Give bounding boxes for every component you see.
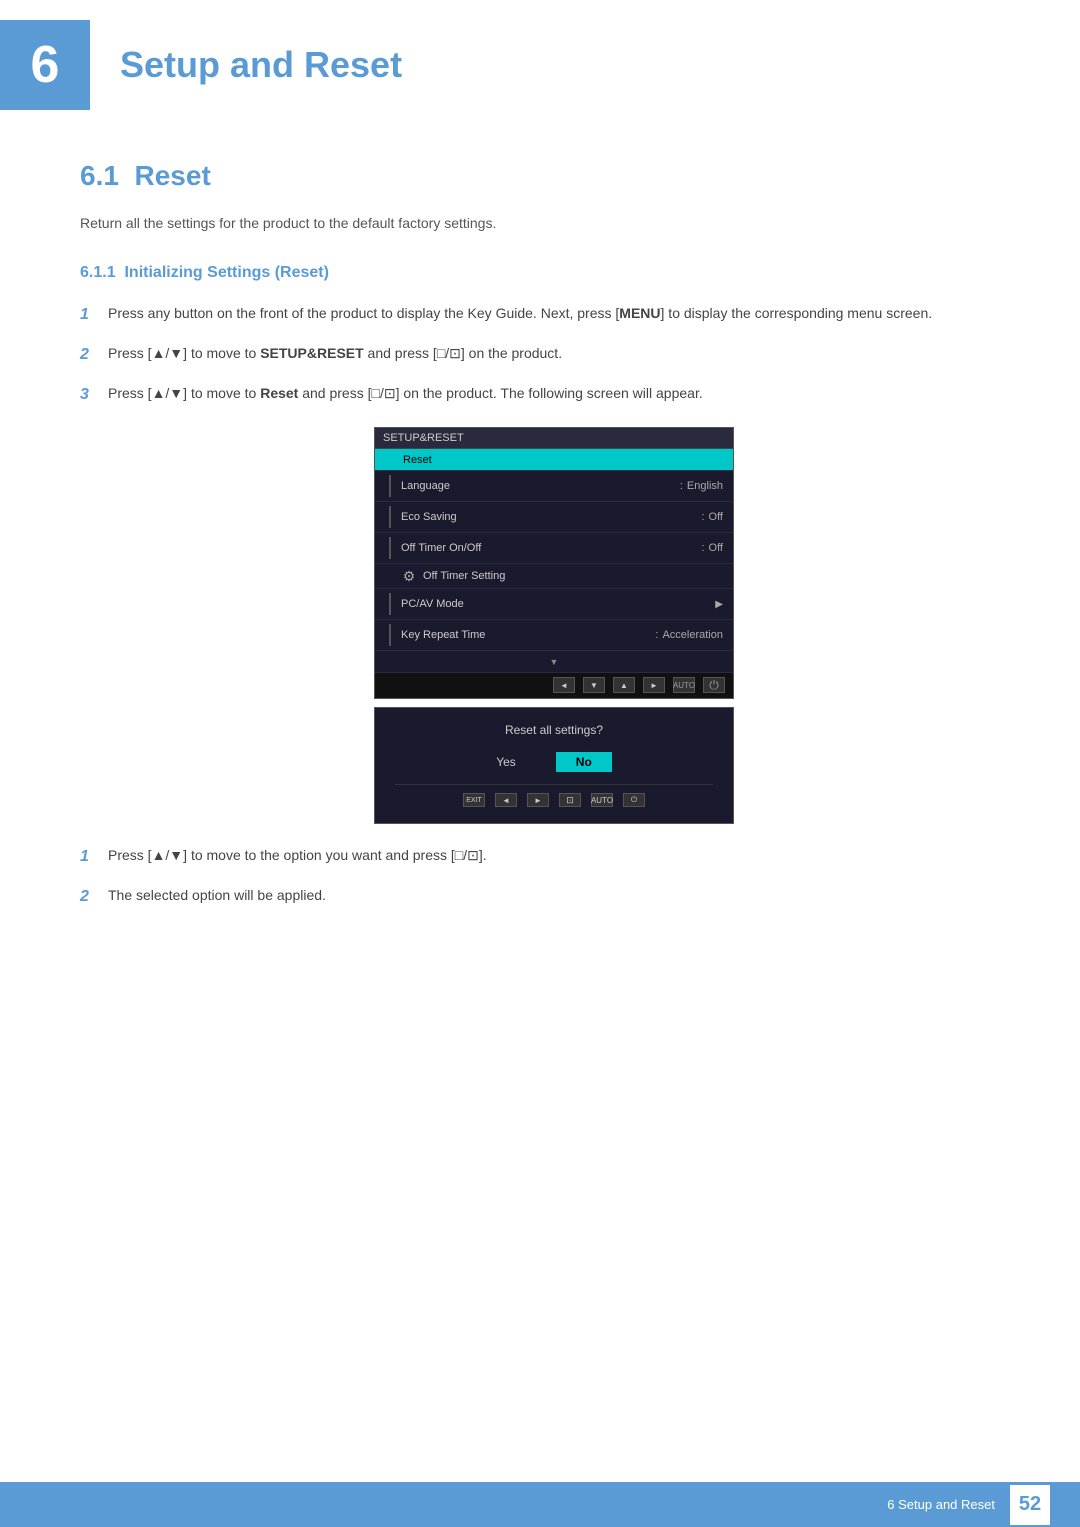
step-5-item: The selected option will be applied. <box>80 884 1000 910</box>
nav-power-group: ⏻ <box>703 677 725 694</box>
steps-list-4-5: Press [▲/▼] to move to the option you wa… <box>80 844 1000 909</box>
dialog-auto-item: AUTO <box>591 793 613 808</box>
nav-right-btn: ► <box>643 677 665 693</box>
osd-label-language: Language <box>401 480 676 492</box>
nav-up-btn: ▲ <box>613 677 635 693</box>
osd-more-indicator: ▼ <box>375 651 733 673</box>
reset-dialog: Reset all settings? Yes No EXIT ◄ ► <box>374 707 734 824</box>
step-5-text: The selected option will be applied. <box>108 884 1000 906</box>
osd-row-language: Language : English <box>375 471 733 502</box>
osd-value-off-timer-onoff: Off <box>709 542 723 554</box>
dialog-left-item: ◄ <box>495 793 517 808</box>
osd-row-key-repeat: Key Repeat Time : Acceleration <box>375 620 733 651</box>
osd-label-reset: Reset <box>403 454 723 466</box>
osd-value-key-repeat: Acceleration <box>662 629 723 641</box>
section-description: Return all the settings for the product … <box>80 212 1000 234</box>
dialog-bottom-bar: EXIT ◄ ► ⊡ A <box>395 784 713 808</box>
osd-title-bar: SETUP&RESET <box>375 428 733 449</box>
dialog-power-btn: ⏻ <box>623 793 645 807</box>
dialog-enter-item: ⊡ <box>559 793 581 808</box>
step-1-text: Press any button on the front of the pro… <box>108 302 1000 324</box>
page-header: 6 Setup and Reset <box>0 0 1080 130</box>
menu-key-label: MENU <box>619 305 660 321</box>
main-content: 6.1 Reset Return all the settings for th… <box>0 160 1080 1009</box>
osd-label-pcav-mode: PC/AV Mode <box>401 598 710 610</box>
osd-row-eco-saving: Eco Saving : Off <box>375 502 733 533</box>
step-item: Press [▲/▼] to move to SETUP&RESET and p… <box>80 342 1000 368</box>
nav-right-group: ► <box>643 677 665 694</box>
steps-list: Press any button on the front of the pro… <box>80 302 1000 407</box>
dialog-power-item: ⏻ <box>623 793 645 808</box>
power-btn: ⏻ <box>703 677 725 693</box>
step-4-text: Press [▲/▼] to move to the option you wa… <box>108 844 1000 866</box>
setup-reset-key: SETUP&RESET <box>260 345 363 361</box>
nav-left-btn: ◄ <box>553 677 575 693</box>
menu-screenshot-area: SETUP&RESET Reset Language : English Eco… <box>108 427 1000 824</box>
dialog-right-btn: ► <box>527 793 549 807</box>
nav-down-btn: ▼ <box>583 677 605 693</box>
dialog-left-btn: ◄ <box>495 793 517 807</box>
section-title: 6.1 Reset <box>80 160 1000 192</box>
osd-value-language: English <box>687 480 723 492</box>
osd-bottom-nav: ◄ ▼ ▲ ► AUTO <box>375 673 733 698</box>
gear-icon: ⚙ <box>401 568 417 584</box>
osd-row-pcav-mode: PC/AV Mode ▶ <box>375 589 733 620</box>
dialog-exit-item: EXIT <box>463 793 485 808</box>
page-footer: 6 Setup and Reset 52 <box>0 1482 1080 1527</box>
nav-auto-btn: AUTO <box>673 677 695 693</box>
footer-page-number: 52 <box>1010 1485 1050 1525</box>
dialog-enter-btn: ⊡ <box>559 793 581 807</box>
chapter-title: Setup and Reset <box>120 44 402 86</box>
nav-up-group: ▲ <box>613 677 635 694</box>
reset-dialog-prompt: Reset all settings? <box>395 723 713 737</box>
step-2-text: Press [▲/▼] to move to SETUP&RESET and p… <box>108 342 1000 364</box>
no-button: No <box>556 752 612 772</box>
osd-menu: SETUP&RESET Reset Language : English Eco… <box>374 427 734 699</box>
dialog-right-item: ► <box>527 793 549 808</box>
step-item: Press any button on the front of the pro… <box>80 302 1000 328</box>
osd-row-off-timer-setting: ⚙ Off Timer Setting <box>375 564 733 589</box>
step-4-item: Press [▲/▼] to move to the option you wa… <box>80 844 1000 870</box>
steps-4-5-area: Press [▲/▼] to move to the option you wa… <box>80 844 1000 909</box>
osd-label-key-repeat: Key Repeat Time <box>401 629 651 641</box>
dialog-auto-btn: AUTO <box>591 793 613 807</box>
osd-label-eco-saving: Eco Saving <box>401 511 697 523</box>
yes-button: Yes <box>496 755 516 769</box>
arrow-right-icon: ▶ <box>715 599 723 610</box>
chapter-number: 6 <box>31 39 60 91</box>
osd-row-reset: Reset <box>375 449 733 471</box>
dialog-exit-btn: EXIT <box>463 793 485 807</box>
chapter-number-box: 6 <box>0 20 90 110</box>
osd-row-off-timer-onoff: Off Timer On/Off : Off <box>375 533 733 564</box>
osd-value-eco-saving: Off <box>709 511 723 523</box>
osd-label-off-timer-setting: Off Timer Setting <box>423 570 723 582</box>
nav-left-group: ◄ <box>553 677 575 694</box>
menu-container: SETUP&RESET Reset Language : English Eco… <box>374 427 734 824</box>
footer-text: 6 Setup and Reset <box>887 1497 995 1512</box>
step-item: Press [▲/▼] to move to Reset and press [… <box>80 382 1000 408</box>
nav-auto-group: AUTO <box>673 677 695 694</box>
osd-label-off-timer-onoff: Off Timer On/Off <box>401 542 697 554</box>
nav-down-group: ▼ <box>583 677 605 694</box>
reset-key: Reset <box>260 385 298 401</box>
reset-dialog-buttons: Yes No <box>395 752 713 772</box>
step-3-text: Press [▲/▼] to move to Reset and press [… <box>108 382 1000 404</box>
subsection-title: 6.1.1 Initializing Settings (Reset) <box>80 264 1000 282</box>
